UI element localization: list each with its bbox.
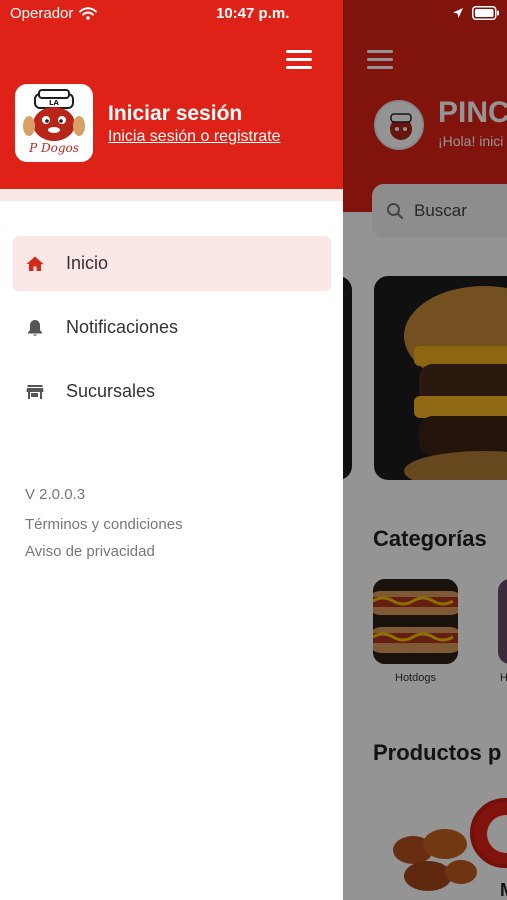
nav-item-label: Inicio	[66, 253, 109, 273]
header-divider	[0, 189, 343, 201]
logo-lettering: P Dogos	[28, 141, 79, 155]
brand-logo: LA P Dogos	[15, 84, 93, 162]
carrier-name: Operador	[10, 5, 74, 22]
battery-icon	[472, 6, 499, 20]
bell-icon	[28, 320, 42, 336]
close-menu-button[interactable]	[286, 50, 312, 70]
nav-item-label: Sucursales	[66, 381, 156, 401]
svg-text:LA: LA	[49, 99, 59, 107]
nav-item-inicio[interactable]: Inicio	[13, 236, 331, 291]
terms-link[interactable]: Términos y condiciones	[25, 516, 183, 533]
nav-item-label: Notificaciones	[66, 317, 179, 337]
drawer-header: Operador 10:47 p.m. LA P Dogos Iniciar s…	[0, 0, 343, 189]
nav-item-notificaciones[interactable]: Notificaciones	[13, 300, 331, 355]
privacy-link[interactable]: Aviso de privacidad	[25, 543, 155, 560]
status-time: 10:47 p.m.	[216, 5, 290, 22]
drawer-nav: Inicio Notificaciones Sucursales	[13, 236, 331, 428]
nav-item-sucursales[interactable]: Sucursales	[13, 364, 331, 419]
login-title[interactable]: Iniciar sesión	[108, 102, 242, 126]
login-register-link[interactable]: Inicia sesión o registrate	[108, 128, 281, 146]
side-drawer: Operador 10:47 p.m. LA P Dogos Iniciar s…	[0, 0, 343, 900]
wifi-icon	[79, 7, 98, 20]
status-bar: Operador 10:47 p.m.	[0, 0, 343, 28]
store-icon	[26, 385, 44, 399]
location-arrow-icon	[453, 8, 463, 18]
app-version: V 2.0.0.3	[25, 486, 86, 503]
home-icon	[26, 256, 44, 271]
status-bar-right	[452, 6, 500, 20]
carrier-info: Operador	[10, 5, 98, 22]
